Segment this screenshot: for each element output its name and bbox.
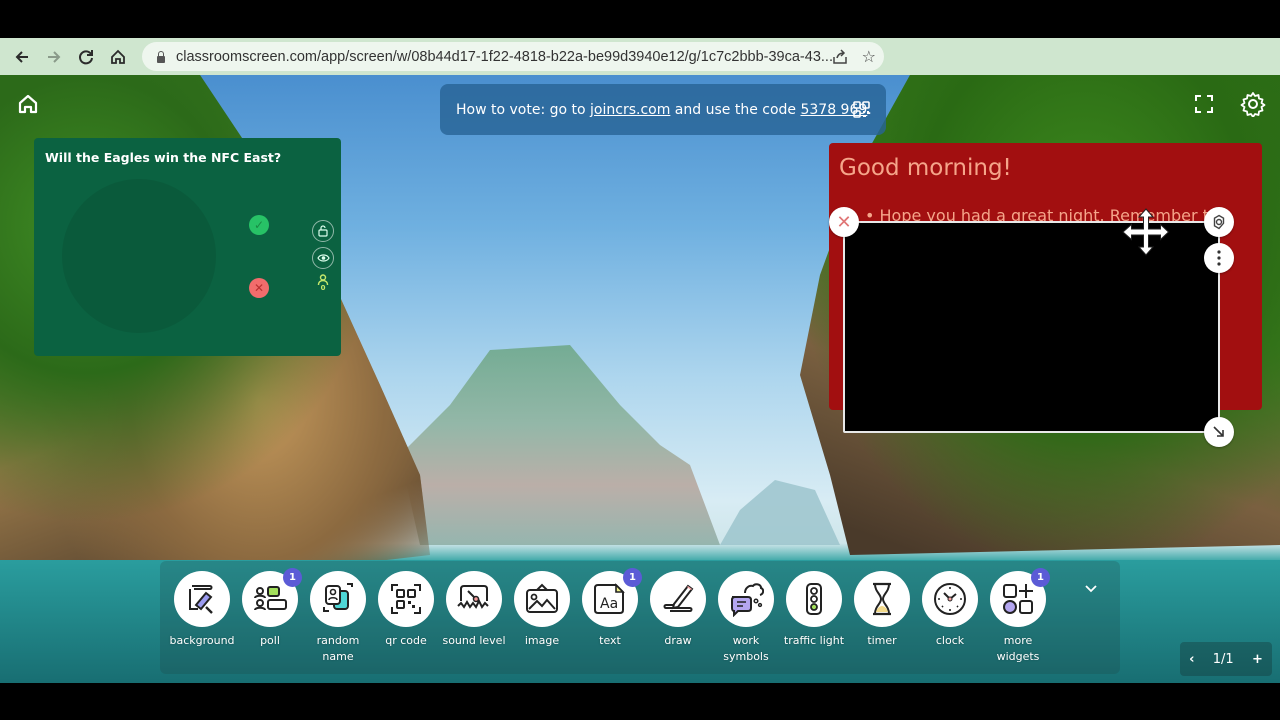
tool-label: work symbols xyxy=(723,634,769,663)
image-icon xyxy=(526,583,558,613)
eye-icon xyxy=(316,254,330,262)
tool-poll[interactable]: 1 poll xyxy=(236,568,304,649)
home-button[interactable] xyxy=(102,41,134,73)
vote-instructions-banner: How to vote: go to joincrs.com and use t… xyxy=(440,84,886,135)
sound-meter-icon xyxy=(457,585,489,609)
gear-icon xyxy=(1213,214,1225,230)
clock-icon xyxy=(934,583,966,615)
letterbox-top xyxy=(0,0,1280,38)
address-bar[interactable]: classroomscreen.com/app/screen/w/08b44d1… xyxy=(142,42,884,71)
svg-text:Aa: Aa xyxy=(600,596,618,612)
tool-image[interactable]: image xyxy=(508,571,576,649)
poll-option-yes[interactable]: ✓ xyxy=(249,215,269,235)
text-badge: 1 xyxy=(623,568,642,587)
poll-result-chart xyxy=(62,179,216,333)
chevron-down-icon[interactable] xyxy=(1082,579,1100,597)
tool-label: draw xyxy=(664,634,692,647)
poll-visibility-button[interactable] xyxy=(312,247,334,269)
tool-label: timer xyxy=(867,634,897,647)
tool-work-symbols[interactable]: work symbols xyxy=(712,571,780,665)
back-icon xyxy=(15,51,28,63)
vote-instructions: How to vote: go to joincrs.com and use t… xyxy=(456,102,872,118)
letterbox-bottom xyxy=(0,683,1280,720)
random-name-icon xyxy=(323,583,353,612)
embed-more-button[interactable] xyxy=(1204,243,1234,273)
tool-label: more widgets xyxy=(996,634,1040,663)
browser-toolbar: classroomscreen.com/app/screen/w/08b44d1… xyxy=(0,38,1280,112)
tool-timer[interactable]: timer xyxy=(848,571,916,649)
unlock-icon xyxy=(318,225,328,237)
paint-roller-icon xyxy=(189,585,213,614)
tool-label: clock xyxy=(935,634,965,647)
tool-label: sound level xyxy=(442,634,506,647)
tool-label: poll xyxy=(260,634,280,647)
join-link[interactable]: joincrs.com xyxy=(590,102,670,118)
tool-label: random name xyxy=(316,634,360,663)
close-icon: ✕ xyxy=(836,211,852,233)
forward-icon xyxy=(48,51,61,63)
poll-voters: 0 xyxy=(315,274,331,292)
reload-button[interactable] xyxy=(70,41,102,73)
check-icon: ✓ xyxy=(253,218,265,232)
poll-lock-button[interactable] xyxy=(312,220,334,242)
fullscreen-icon[interactable] xyxy=(1193,93,1215,115)
tool-label: traffic light xyxy=(783,634,845,647)
previous-page-button[interactable]: ‹ xyxy=(1189,652,1194,667)
x-icon: ✕ xyxy=(253,281,265,295)
voter-count: 0 xyxy=(320,284,326,292)
move-cursor-icon[interactable] xyxy=(1121,207,1171,257)
tool-label: qr code xyxy=(385,634,427,647)
bookmark-star-icon[interactable]: ☆ xyxy=(862,47,876,66)
pencil-icon xyxy=(663,584,694,612)
tool-background[interactable]: background xyxy=(168,571,236,649)
stage-home-icon[interactable] xyxy=(16,92,40,116)
tool-text[interactable]: Aa 1 text xyxy=(576,568,644,649)
chat-bubbles-icon xyxy=(731,583,764,617)
share-icon[interactable] xyxy=(832,48,848,65)
tool-label: image xyxy=(524,634,560,647)
tool-traffic-light[interactable]: traffic light xyxy=(780,571,848,649)
poll-badge: 1 xyxy=(283,568,302,587)
traffic-light-icon xyxy=(806,583,822,615)
text-icon: Aa xyxy=(594,583,625,614)
tool-more-widgets[interactable]: 1 more widgets xyxy=(984,568,1052,665)
embed-settings-button[interactable] xyxy=(1204,207,1234,237)
qr-code-icon xyxy=(391,584,421,614)
middle-island xyxy=(400,345,720,545)
settings-gear-icon[interactable] xyxy=(1240,91,1266,117)
poll-icon xyxy=(254,586,287,611)
tool-label: background xyxy=(169,634,235,647)
forward-button[interactable] xyxy=(38,41,70,73)
embed-close-button[interactable]: ✕ xyxy=(829,207,859,237)
lock-icon[interactable] xyxy=(156,50,166,63)
tool-draw[interactable]: draw xyxy=(644,571,712,649)
page-navigator: ‹ 1/1 + xyxy=(1180,642,1272,676)
back-button[interactable] xyxy=(6,41,38,73)
add-page-button[interactable]: + xyxy=(1252,652,1263,667)
tool-clock[interactable]: clock xyxy=(916,571,984,649)
vote-middle: and use the code xyxy=(670,101,801,118)
home-icon xyxy=(111,49,125,64)
tool-sound-level[interactable]: sound level xyxy=(440,571,508,649)
hourglass-icon xyxy=(873,582,891,616)
resize-arrow-icon xyxy=(1213,426,1224,437)
tool-qr-code[interactable]: qr code xyxy=(372,571,440,649)
page-indicator: 1/1 xyxy=(1212,651,1234,667)
more-widgets-badge: 1 xyxy=(1031,568,1050,587)
tool-label: text xyxy=(599,634,621,647)
more-widgets-icon xyxy=(1003,584,1033,614)
embed-resize-handle[interactable] xyxy=(1204,417,1234,447)
reload-icon xyxy=(79,50,93,65)
url-text[interactable]: classroomscreen.com/app/screen/w/08b44d1… xyxy=(176,49,833,65)
tool-random-name[interactable]: random name xyxy=(304,571,372,665)
poll-widget[interactable]: Will the Eagles win the NFC East? ✓ ✕ 0 xyxy=(34,138,341,356)
vote-prefix: How to vote: go to xyxy=(456,101,591,118)
qr-code-icon[interactable] xyxy=(853,101,870,118)
text-widget-title[interactable]: Good morning! xyxy=(839,155,1012,181)
more-vertical-icon xyxy=(1217,250,1221,266)
far-island xyxy=(720,480,840,545)
poll-option-no[interactable]: ✕ xyxy=(249,278,269,298)
widget-toolbar: background 1 poll random name qr code so… xyxy=(160,561,1120,674)
poll-question: Will the Eagles win the NFC East? xyxy=(45,150,282,165)
